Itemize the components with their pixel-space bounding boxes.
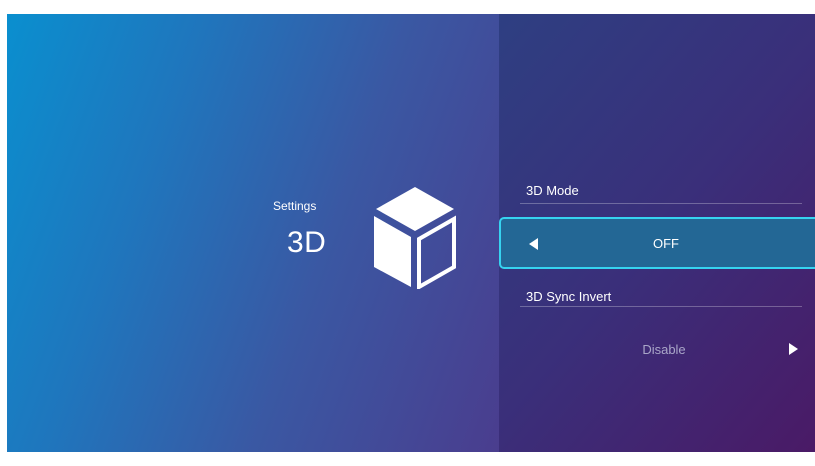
option-label-3d-sync-invert: 3D Sync Invert [526, 289, 612, 304]
arrow-right-icon[interactable] [789, 343, 798, 355]
page-title: 3D [287, 226, 327, 259]
divider [520, 203, 802, 204]
3d-mode-value: OFF [653, 235, 679, 251]
3d-sync-invert-selector[interactable]: Disable [499, 325, 815, 373]
3d-mode-selector[interactable]: OFF [499, 217, 815, 269]
option-label-3d-mode: 3D Mode [526, 183, 579, 198]
divider [520, 306, 802, 307]
cube-icon [374, 187, 456, 289]
3d-sync-invert-value: Disable [642, 341, 686, 357]
category-label: Settings [273, 199, 317, 213]
